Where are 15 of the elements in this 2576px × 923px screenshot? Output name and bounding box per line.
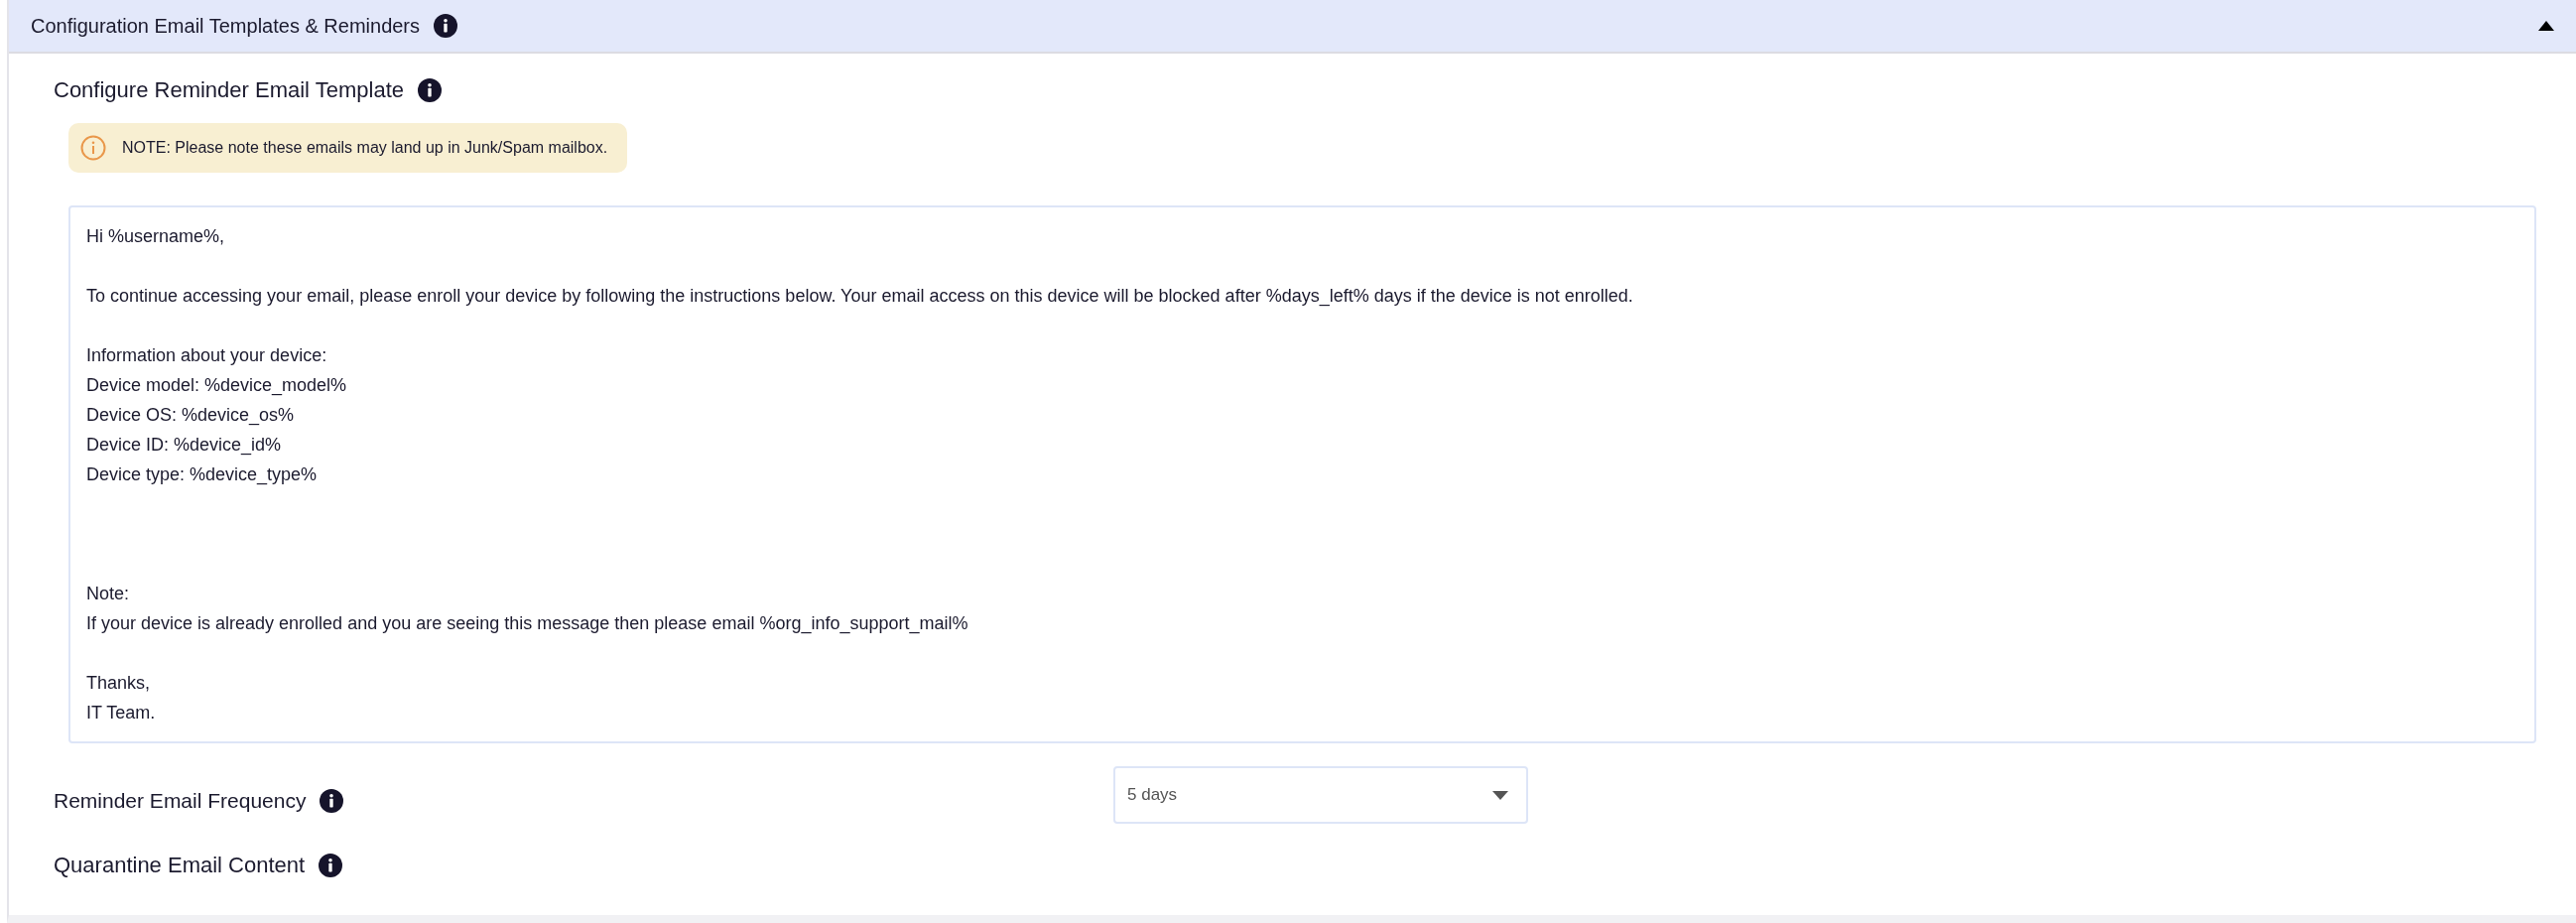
info-icon[interactable] [418,78,442,102]
info-icon[interactable] [320,789,344,813]
quarantine-title: Quarantine Email Content [54,853,306,878]
frequency-dropdown[interactable]: 5 days [1113,766,1528,824]
section-title: Configuration Email Templates & Reminders [31,14,421,38]
email-template-field[interactable]: Hi %username%, To continue accessing your email, please enroll your device by following the instructions below. Your email access on this device will be blocked after %days_left% days if the device is not enrolled. Information about your device: Device model: %device_model% Device OS: %device_os% Device ID: %device_id% Device type: %device_type% Note: If your device is already enrolled and you are seeing this message then please email %org_info_support_mail% Thanks, IT Team. [68,205,2536,743]
info-icon[interactable] [319,854,343,877]
note-text: NOTE: Please note these emails may land up in Junk/Spam mailbox. [122,139,608,157]
section-header[interactable]: Configuration Email Templates & Reminders [9,0,2576,54]
info-icon [80,135,106,161]
template-title: Configure Reminder Email Template [54,77,404,103]
caret-icon [1492,790,1508,800]
frequency-label: Reminder Email Frequency [54,789,307,813]
info-icon[interactable] [434,14,458,38]
caret-icon[interactable] [2538,21,2554,31]
